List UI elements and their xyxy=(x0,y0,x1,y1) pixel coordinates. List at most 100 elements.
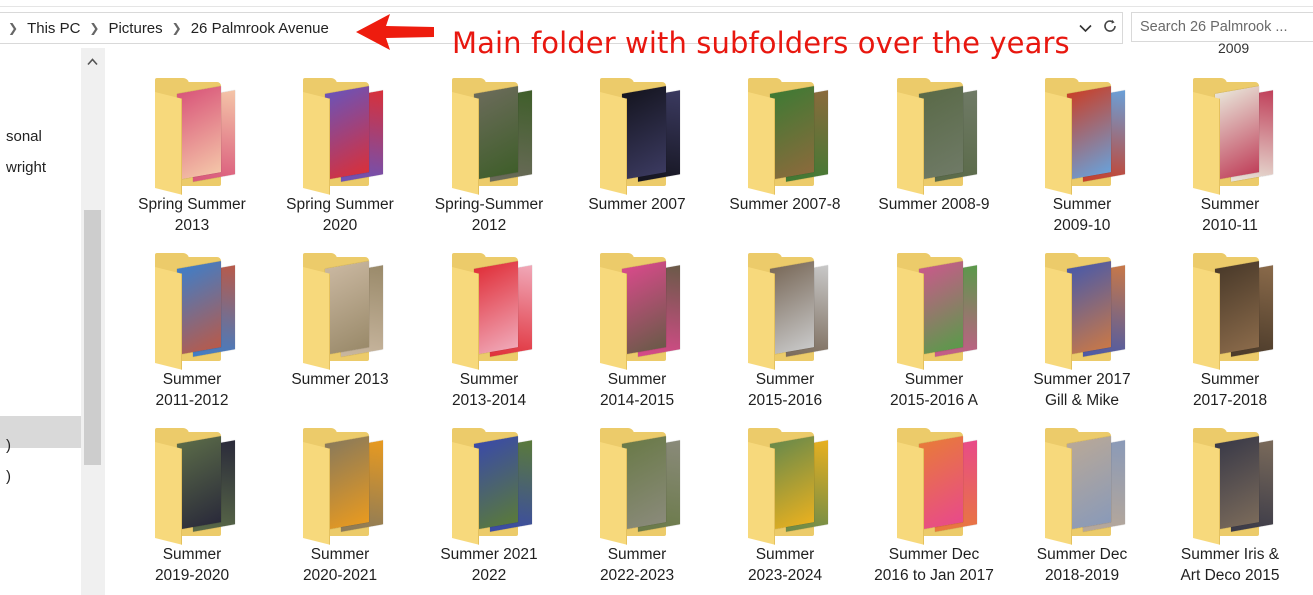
chevron-right-icon[interactable]: ❯ xyxy=(89,21,99,35)
folder-thumbnail xyxy=(1067,436,1111,530)
folder-icon xyxy=(600,78,684,195)
folder-icon xyxy=(452,78,536,195)
folder-thumbnail xyxy=(474,86,518,180)
folder-item[interactable]: Summer 2017-2018 xyxy=(1156,223,1304,409)
chevron-right-icon[interactable]: ❯ xyxy=(172,21,182,35)
folder-thumbnail xyxy=(919,436,963,530)
folder-item[interactable]: Summer Dec 2018-2019 xyxy=(1008,398,1156,584)
folder-item[interactable]: Summer 2007 xyxy=(563,48,711,218)
ribbon-edge xyxy=(0,0,1313,7)
folder-label-line2: 2022 xyxy=(471,567,507,584)
folder-item[interactable]: Summer 2010-11 xyxy=(1156,48,1304,234)
folder-label-line1: Summer xyxy=(1052,196,1112,213)
folder-label-line1: Summer Dec xyxy=(1036,546,1128,563)
nav-item-wright[interactable]: wright xyxy=(6,159,46,176)
folder-thumbnail xyxy=(919,86,963,180)
folder-label-line2: 2020-2021 xyxy=(302,567,378,584)
folder-thumbnail xyxy=(474,261,518,355)
folder-label-line1: Summer Iris & xyxy=(1180,546,1280,563)
folder-thumbnail xyxy=(177,436,221,530)
folder-label-line1: Summer Dec xyxy=(888,546,980,563)
folder-item[interactable]: Summer 2023-2024 xyxy=(711,398,859,584)
folder-item[interactable]: Summer 2019-2020 xyxy=(118,398,266,584)
folder-label-line1: Summer xyxy=(162,371,222,388)
folder-label-line1: Spring Summer xyxy=(286,196,394,213)
folder-thumbnail xyxy=(622,261,666,355)
folder-thumbnail xyxy=(177,86,221,180)
folder-icon xyxy=(452,253,536,370)
folder-thumbnail xyxy=(919,261,963,355)
folder-icon xyxy=(1045,78,1129,195)
nav-item-4[interactable]: ) xyxy=(6,468,11,485)
folder-label-line1: Summer 2017 xyxy=(1033,371,1131,388)
search-box[interactable] xyxy=(1131,12,1313,42)
folder-item[interactable]: Spring Summer 2013 xyxy=(118,48,266,234)
folder-thumbnail xyxy=(1215,86,1259,180)
folder-label: Summer 2019-2020 xyxy=(118,544,266,586)
breadcrumb-pictures[interactable]: Pictures xyxy=(108,20,162,37)
nav-scrollbar-thumb[interactable] xyxy=(84,210,101,465)
folder-label-line1: Summer 2013 xyxy=(291,371,389,388)
folder-item[interactable]: Summer 2020-2021 xyxy=(266,398,414,584)
breadcrumb-this-pc[interactable]: This PC xyxy=(27,20,80,37)
folder-item[interactable]: Summer 2015-2016 A xyxy=(860,223,1008,409)
folder-item[interactable]: Summer 2021 2022 xyxy=(415,398,563,584)
folder-icon xyxy=(897,78,981,195)
nav-item-selected[interactable] xyxy=(0,416,81,448)
folder-thumbnail xyxy=(770,436,814,530)
folder-label-line1: Spring-Summer xyxy=(434,196,544,213)
nav-item-3[interactable]: ) xyxy=(6,437,11,454)
folder-item[interactable]: Summer 2007-8 xyxy=(711,48,859,218)
folder-label: Summer 2013 xyxy=(266,369,414,390)
folder-label-line2: 2016 to Jan 2017 xyxy=(874,567,994,584)
folder-item[interactable]: Spring Summer 2020 xyxy=(266,48,414,234)
folder-item[interactable]: Spring-Summer 2012 xyxy=(415,48,563,234)
folder-label: Summer 2021 2022 xyxy=(415,544,563,586)
folder-label-line1: Summer 2021 xyxy=(440,546,538,563)
folder-label-line1: Summer xyxy=(1200,371,1260,388)
folder-label: Summer Dec 2018-2019 xyxy=(1008,544,1156,586)
breadcrumb-current-folder[interactable]: 26 Palmrook Avenue xyxy=(191,20,329,37)
folder-label: Summer Iris & Art Deco 2015 xyxy=(1156,544,1304,586)
folder-item[interactable]: Summer 2017 Gill & Mike xyxy=(1008,223,1156,409)
folder-icon xyxy=(155,78,239,195)
folder-item[interactable]: Summer 2008-9 xyxy=(860,48,1008,218)
refresh-icon[interactable] xyxy=(1102,18,1118,38)
chevron-down-icon[interactable] xyxy=(1079,20,1092,37)
chevron-right-icon[interactable]: ❯ xyxy=(8,21,18,35)
folder-label: Summer 2007 xyxy=(563,194,711,215)
nav-scrollbar[interactable] xyxy=(81,48,104,595)
folder-label-line1: Summer xyxy=(459,371,519,388)
folder-item[interactable]: Summer 2011-2012 xyxy=(118,223,266,409)
folder-icon xyxy=(1193,428,1277,545)
folder-item[interactable]: Summer 2022-2023 xyxy=(563,398,711,584)
folder-item[interactable]: Summer 2009-10 xyxy=(1008,48,1156,234)
folder-item[interactable]: Summer Iris & Art Deco 2015 xyxy=(1156,398,1304,584)
folder-label-line1: Summer xyxy=(755,371,815,388)
folder-label-line2: Art Deco 2015 xyxy=(1180,567,1280,584)
folder-label-line1: Summer xyxy=(755,546,815,563)
folder-thumbnail xyxy=(770,261,814,355)
folder-label-line1: Summer 2007 xyxy=(588,196,686,213)
folder-icon xyxy=(303,428,387,545)
folder-item[interactable]: Summer 2014-2015 xyxy=(563,223,711,409)
search-input[interactable] xyxy=(1132,13,1308,41)
folder-grid: Spring Summer 2013 Spring Summer 2020 Spring… xyxy=(118,48,1313,595)
folder-item[interactable]: Summer Dec 2016 to Jan 2017 xyxy=(860,398,1008,584)
folder-item[interactable]: Summer 2015-2016 xyxy=(711,223,859,409)
folder-thumbnail xyxy=(770,86,814,180)
folder-icon xyxy=(303,78,387,195)
folder-item[interactable]: Summer 2013 xyxy=(266,223,414,393)
nav-item-personal[interactable]: sonal xyxy=(6,128,42,145)
folder-thumbnail xyxy=(1067,261,1111,355)
folder-label-line1: Summer 2007-8 xyxy=(729,196,841,213)
folder-item[interactable]: Summer 2013-2014 xyxy=(415,223,563,409)
chevron-up-icon[interactable] xyxy=(87,54,98,69)
folder-icon xyxy=(748,428,832,545)
folder-label-line1: Summer 2008-9 xyxy=(878,196,990,213)
folder-label-line1: Summer xyxy=(607,546,667,563)
folder-label-line1: Summer xyxy=(162,546,222,563)
folder-thumbnail xyxy=(474,436,518,530)
folder-icon xyxy=(600,428,684,545)
folder-icon xyxy=(1045,253,1129,370)
